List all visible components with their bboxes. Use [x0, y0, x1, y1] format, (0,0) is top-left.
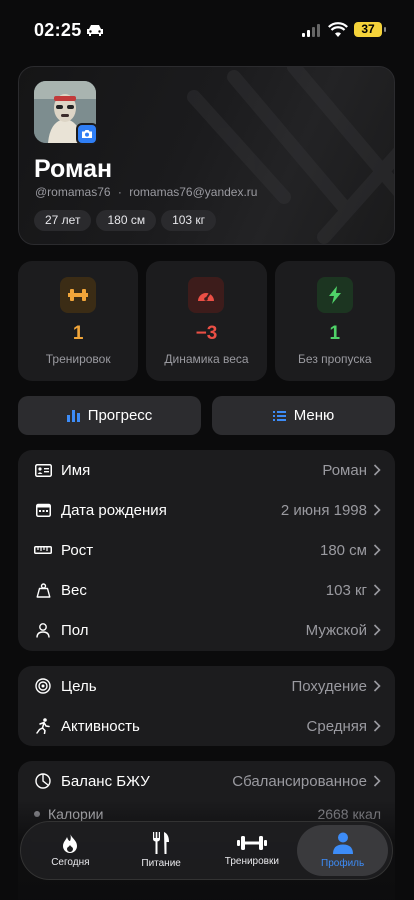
calendar-icon	[34, 501, 52, 519]
row-value: 180 см	[319, 541, 367, 559]
fork-knife-icon	[153, 832, 170, 854]
stat-label: Без пропуска	[298, 352, 372, 366]
row-value: Средняя	[306, 717, 367, 735]
progress-button-label: Прогресс	[87, 407, 153, 424]
lightning-icon	[316, 277, 353, 313]
speedometer-icon	[188, 277, 225, 313]
tab-nutrition[interactable]: Питание	[116, 825, 207, 876]
row-value: Сбалансированное	[232, 772, 367, 790]
running-icon	[34, 717, 52, 735]
pie-chart-icon	[34, 772, 52, 790]
status-bar: 02:25 37	[0, 0, 414, 60]
menu-button[interactable]: Меню	[212, 396, 395, 435]
row-label: Вес	[61, 581, 87, 599]
row-value: 2668 ккал	[317, 806, 381, 822]
row-weight[interactable]: Вес 103 кг	[18, 570, 395, 610]
wifi-icon	[328, 22, 348, 37]
row-name[interactable]: Имя Роман	[18, 450, 395, 490]
target-icon	[34, 677, 52, 695]
profile-contacts: @romamas76 · romamas76@yandex.ru	[35, 185, 257, 199]
stat-streak[interactable]: 1 Без пропуска	[274, 261, 395, 381]
profile-username: @romamas76	[35, 185, 111, 199]
row-value: 2 июня 1998	[280, 501, 367, 519]
row-label: Имя	[61, 461, 91, 479]
profile-card: Роман @romamas76 · romamas76@yandex.ru 2…	[18, 66, 395, 245]
row-value: Мужской	[305, 621, 367, 639]
profile-name: Роман	[34, 155, 113, 183]
profile-chips: 27 лет 180 см 103 кг	[34, 210, 217, 231]
row-label: Рост	[61, 541, 94, 559]
row-value: 103 кг	[325, 581, 367, 599]
stat-value: −3	[195, 323, 218, 344]
chevron-right-icon	[373, 544, 381, 556]
contacts-separator: ·	[117, 185, 122, 199]
row-label: Цель	[61, 677, 97, 695]
weight-chip: 103 кг	[161, 210, 217, 231]
tab-label: Питание	[141, 858, 181, 869]
progress-button[interactable]: Прогресс	[18, 396, 201, 435]
tab-today[interactable]: Сегодня	[25, 825, 116, 876]
row-activity[interactable]: Активность Средняя	[18, 706, 395, 746]
tab-label: Тренировки	[224, 856, 279, 867]
id-card-icon	[34, 461, 52, 479]
dumbbell-icon	[60, 277, 97, 313]
row-label: Дата рождения	[61, 501, 167, 519]
goals-group: Цель Похудение Активность Средняя	[18, 666, 395, 746]
stat-value: 1	[72, 323, 84, 344]
row-goal[interactable]: Цель Похудение	[18, 666, 395, 706]
stats-row: 1 Тренировок −3 Динамика веса 1 Без проп…	[18, 261, 395, 381]
chevron-right-icon	[373, 504, 381, 516]
change-photo-button[interactable]	[76, 123, 98, 145]
stat-value: 1	[329, 323, 341, 344]
tab-label: Сегодня	[51, 857, 90, 868]
bullet-dot	[34, 811, 40, 817]
chevron-right-icon	[373, 720, 381, 732]
profile-email: romamas76@yandex.ru	[129, 185, 258, 199]
personal-data-group: Имя Роман Дата рождения 2 июня 1998 Рост…	[18, 450, 395, 651]
row-height[interactable]: Рост 180 см	[18, 530, 395, 570]
stat-weight-dynamics[interactable]: −3 Динамика веса	[146, 261, 267, 381]
car-icon	[87, 25, 103, 36]
row-macro-balance[interactable]: Баланс БЖУ Сбалансированное	[18, 761, 395, 801]
bar-chart-icon	[66, 409, 80, 422]
row-gender[interactable]: Пол Мужской	[18, 610, 395, 650]
stat-label: Динамика веса	[164, 352, 249, 366]
person-icon	[34, 621, 52, 639]
tab-bar: Сегодня Питание Тренировки Профиль	[20, 821, 393, 880]
row-value: Похудение	[291, 677, 367, 695]
row-label: Калории	[48, 806, 104, 822]
battery-indicator: 37	[354, 22, 386, 37]
chevron-right-icon	[373, 584, 381, 596]
tab-workouts[interactable]: Тренировки	[207, 825, 298, 876]
menu-button-label: Меню	[293, 407, 335, 424]
row-label: Активность	[61, 717, 140, 735]
cellular-signal-icon	[302, 24, 320, 37]
tab-profile[interactable]: Профиль	[297, 825, 388, 876]
chevron-right-icon	[373, 464, 381, 476]
person-icon	[332, 832, 353, 854]
camera-icon	[82, 130, 92, 138]
stat-workouts[interactable]: 1 Тренировок	[18, 261, 139, 381]
age-chip: 27 лет	[34, 210, 92, 231]
weight-icon	[34, 581, 52, 599]
status-time: 02:25	[34, 20, 82, 40]
chevron-right-icon	[373, 680, 381, 692]
flame-icon	[63, 833, 78, 853]
height-chip: 180 см	[96, 210, 157, 231]
ruler-icon	[34, 541, 52, 559]
row-label: Баланс БЖУ	[61, 772, 150, 790]
row-label: Пол	[61, 621, 89, 639]
chevron-right-icon	[373, 775, 381, 787]
dumbbell-icon	[236, 836, 267, 850]
row-birthdate[interactable]: Дата рождения 2 июня 1998	[18, 490, 395, 530]
chevron-right-icon	[373, 624, 381, 636]
tab-label: Профиль	[321, 858, 365, 869]
row-value: Роман	[322, 461, 367, 479]
list-icon	[272, 410, 286, 421]
stat-label: Тренировок	[45, 352, 111, 366]
